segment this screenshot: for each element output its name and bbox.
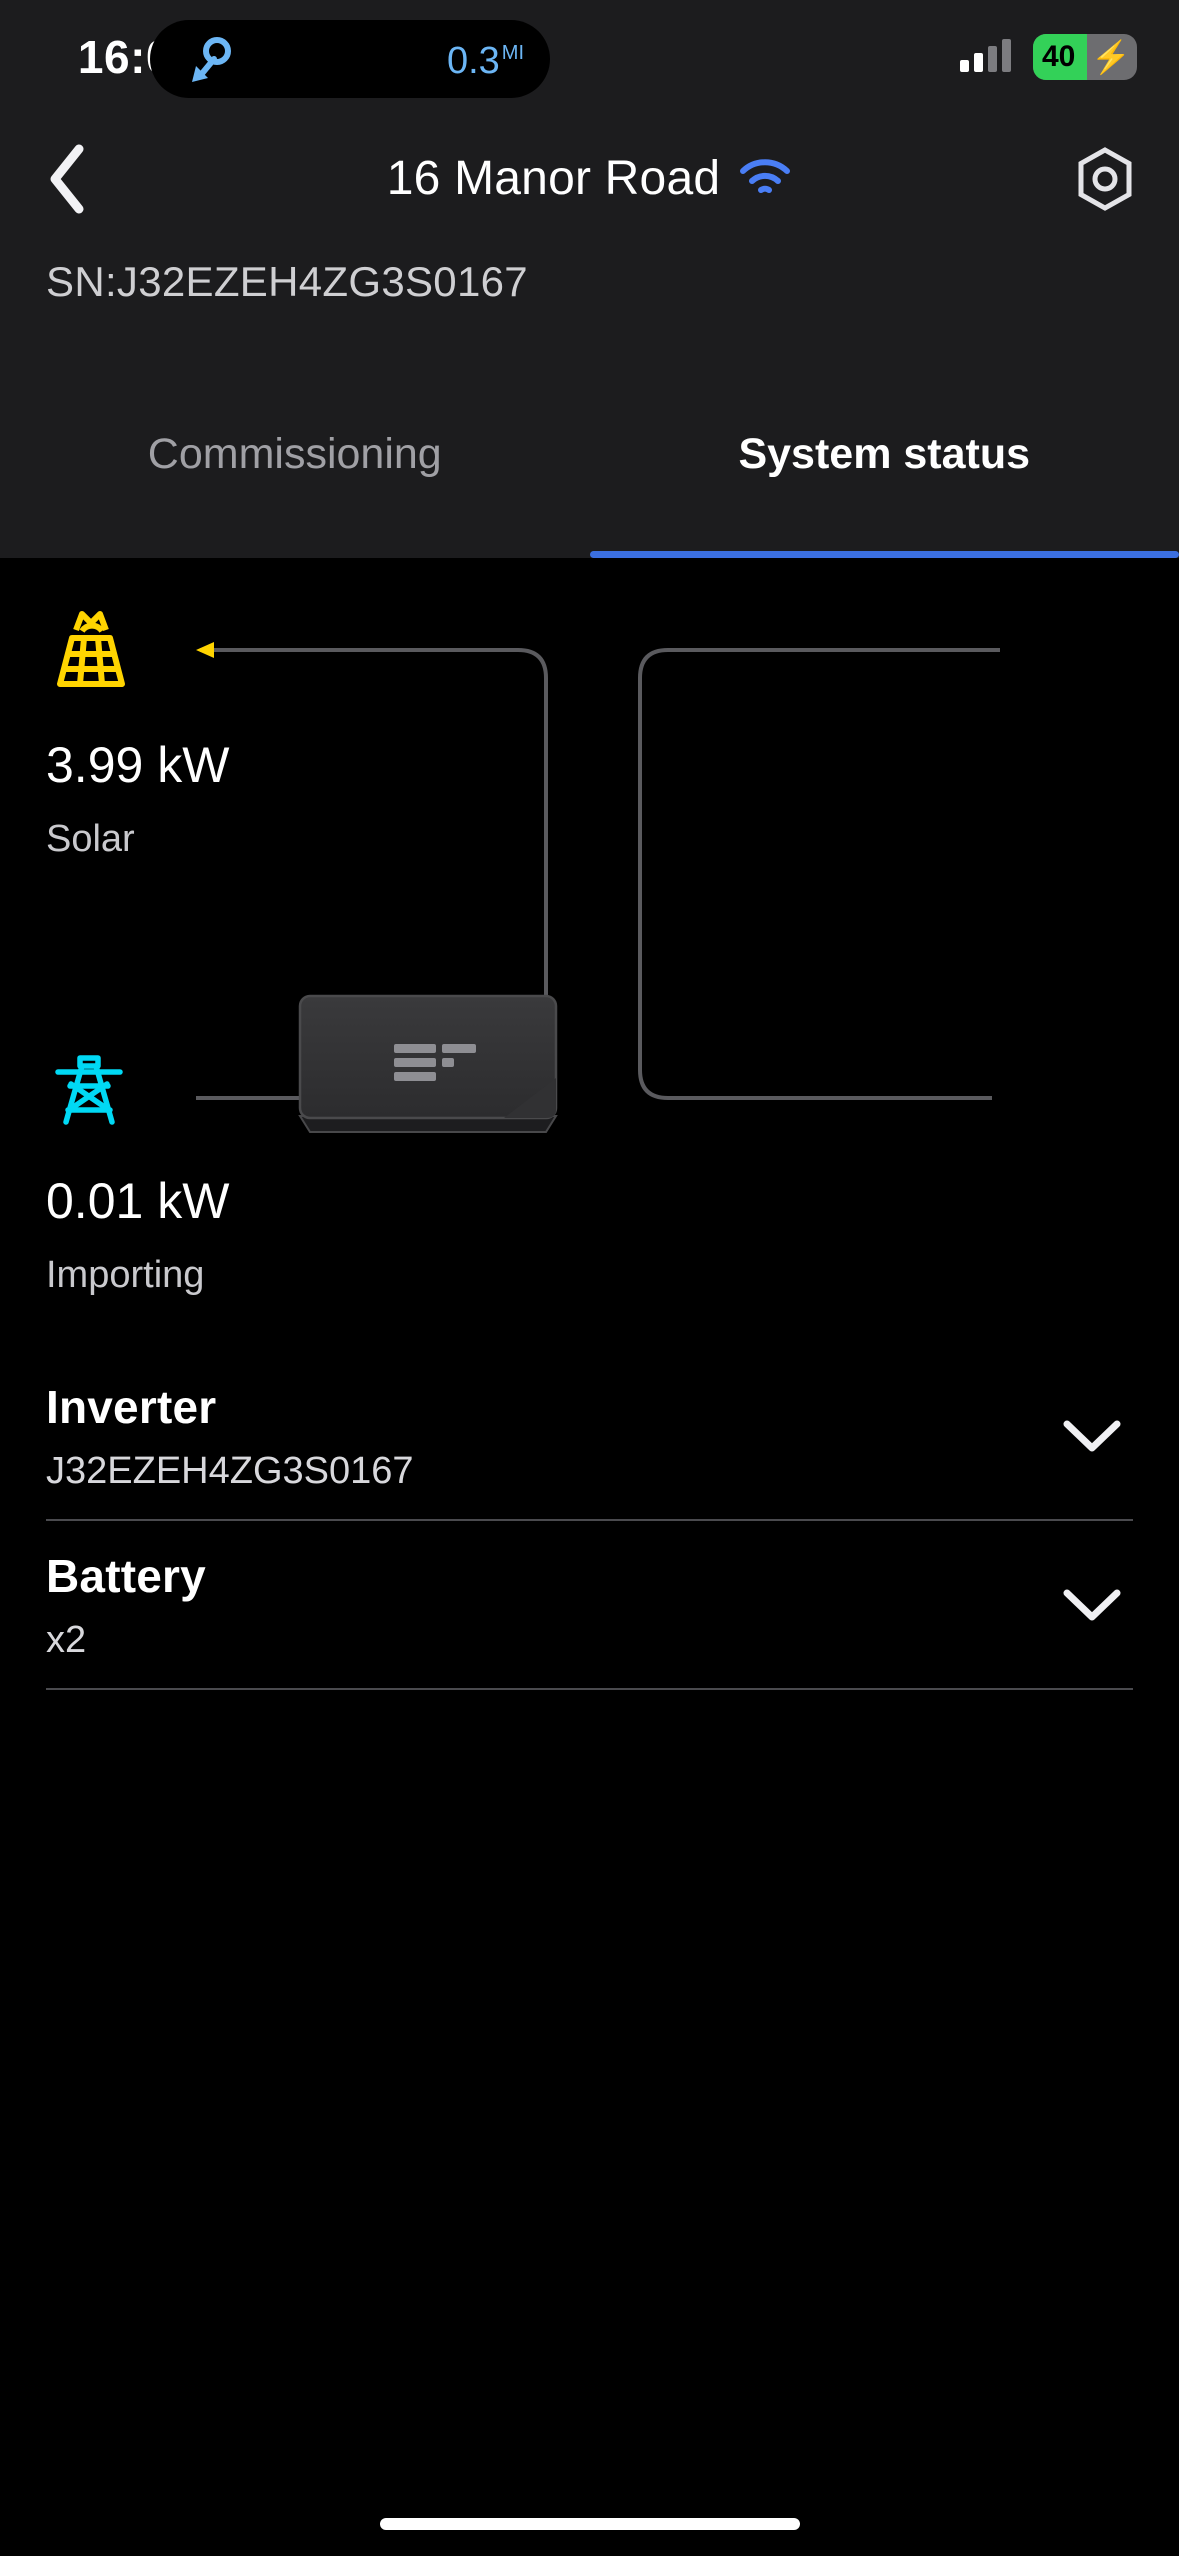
page-title-group: 16 Manor Road — [0, 118, 1179, 238]
solar-label: Solar — [46, 818, 135, 860]
cellular-signal-icon — [960, 38, 1011, 72]
power-tower-icon — [55, 1055, 123, 1125]
island-distance-value: 0.3 — [446, 40, 500, 82]
section-battery-subtitle: x2 — [46, 1619, 87, 1661]
app-screen: 16:00 0.3 MI 40 ⚡ 16 Manor Road SN:J32EZ… — [0, 0, 1179, 2556]
tab-system-status[interactable]: System status — [589, 338, 1179, 558]
settings-button[interactable] — [1061, 135, 1149, 223]
dynamic-island[interactable]: 0.3 MI — [150, 20, 550, 98]
section-battery-title: Battery — [46, 1550, 206, 1602]
page-title: 16 Manor Road — [386, 151, 721, 205]
tab-commissioning[interactable]: Commissioning — [0, 338, 590, 558]
solar-value: 3.99 kW — [46, 737, 230, 793]
section-inverter[interactable]: Inverter J32EZEH4ZG3S0167 — [46, 1352, 1133, 1521]
navigation-bar: 16 Manor Road — [0, 118, 1179, 238]
tab-active-underline — [589, 551, 1179, 558]
battery-status-icon: 40 ⚡ — [1033, 34, 1137, 80]
grid-value: 0.01 kW — [46, 1173, 230, 1229]
island-distance-unit: MI — [501, 42, 524, 65]
section-battery-expand-button[interactable] — [1057, 1570, 1127, 1640]
serial-number-bar: SN:J32EZEH4ZG3S0167 — [0, 238, 1179, 338]
hex-nut-icon — [1078, 147, 1132, 211]
section-inverter-expand-button[interactable] — [1057, 1401, 1127, 1471]
section-inverter-subtitle: J32EZEH4ZG3S0167 — [46, 1450, 414, 1492]
island-distance: 0.3 MI — [447, 40, 524, 83]
grid-label: Importing — [46, 1254, 205, 1296]
solar-panel-icon — [57, 611, 125, 687]
tab-system-status-label: System status — [738, 430, 1031, 478]
energy-flow-diagram: 3.99 kW Solar 0.93 kW Home — [0, 558, 1179, 1298]
tab-bar: Commissioning System status — [0, 338, 1179, 558]
wifi-icon — [740, 159, 791, 193]
lightning-bolt-icon: ⚡ — [1091, 39, 1131, 75]
navigation-arrow-icon — [192, 37, 231, 82]
section-inverter-title: Inverter — [46, 1381, 217, 1433]
status-bar: 16:00 0.3 MI 40 ⚡ — [0, 0, 1179, 118]
device-sections: Inverter J32EZEH4ZG3S0167 Battery x2 — [0, 1352, 1179, 1690]
chevron-down-icon — [1063, 1589, 1121, 1620]
inverter-device-graphic[interactable] — [294, 992, 562, 1142]
ecoflow-inverter-icon — [298, 994, 558, 1133]
home-indicator[interactable] — [379, 2518, 800, 2530]
serial-number-text: SN:J32EZEH4ZG3S0167 — [46, 258, 528, 305]
chevron-down-icon — [1063, 1420, 1121, 1451]
section-battery[interactable]: Battery x2 — [46, 1521, 1133, 1690]
tab-commissioning-label: Commissioning — [147, 430, 442, 478]
